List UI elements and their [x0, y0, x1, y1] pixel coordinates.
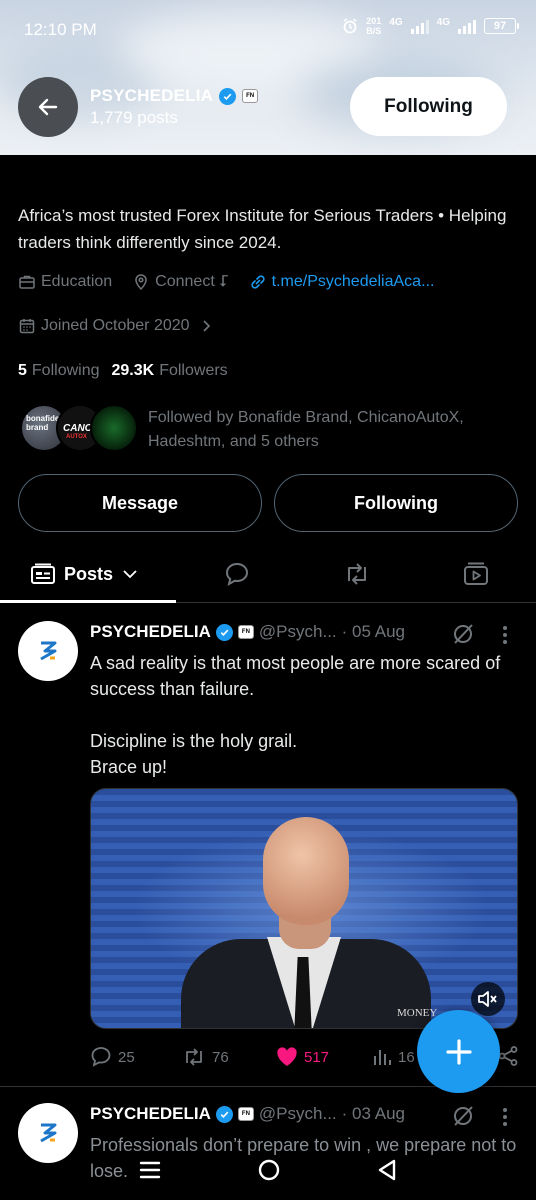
message-button[interactable]: Message: [18, 474, 262, 532]
briefcase-icon: [19, 275, 35, 289]
category: Education: [18, 273, 112, 291]
reply-icon: [91, 1047, 111, 1067]
share-icon[interactable]: [497, 1045, 519, 1067]
tweet-text: A sad reality is that most people are mo…: [90, 653, 501, 777]
plus-icon: [445, 1038, 472, 1065]
more-options-icon[interactable]: [500, 1106, 510, 1128]
mute-toggle[interactable]: [471, 982, 505, 1016]
profile-meta-row: Education Connect ⮦ t.me/PsychedeliaAca.…: [18, 273, 454, 291]
system-nav-bar: [0, 1140, 536, 1200]
tweet-header: PSYCHEDELIA FN @Psych... · 03 Aug: [90, 1104, 405, 1124]
reply-button[interactable]: 25: [90, 1046, 135, 1068]
verified-badge-icon: [215, 1105, 233, 1123]
back-arrow-icon: [38, 98, 58, 116]
tweet-author-name[interactable]: PSYCHEDELIA: [90, 1104, 211, 1124]
location: Connect ⮦: [132, 273, 229, 291]
verified-badge-icon: [219, 87, 237, 105]
repost-icon: [186, 1048, 202, 1066]
header-following-button[interactable]: Following: [350, 77, 507, 136]
profile-tabs: Posts: [0, 545, 536, 603]
battery-icon: 97: [484, 18, 519, 34]
more-options-icon[interactable]: [500, 624, 510, 646]
like-button[interactable]: 517: [276, 1047, 329, 1067]
chevron-right-icon: [202, 320, 210, 332]
tweet-author-name[interactable]: PSYCHEDELIA: [90, 622, 211, 642]
compose-post-button[interactable]: [417, 1010, 500, 1093]
profile-header-banner: 12:10 PM 201 B/S 4G 4G 97 PSYCHEDELIA FN…: [0, 0, 536, 155]
views-button[interactable]: 16: [372, 1047, 415, 1067]
repost-icon: [348, 563, 366, 585]
affiliate-badge-icon[interactable]: FN: [237, 625, 254, 639]
verified-badge-icon: [215, 623, 233, 641]
location-pin-icon: [135, 274, 147, 291]
video-media-icon: [464, 562, 488, 585]
net-speed: 201 B/S: [366, 16, 382, 36]
avatar: [90, 404, 138, 452]
video-watermark: MONEY: [397, 1007, 438, 1019]
follow-counts: 5 Following 29.3K Followers: [18, 362, 228, 380]
following-button[interactable]: Following: [274, 474, 518, 532]
link-icon: [251, 275, 265, 289]
home-circle-icon[interactable]: [257, 1158, 281, 1182]
reply-bubble-icon: [225, 562, 249, 586]
network-type-2: 4G: [436, 16, 450, 28]
affiliate-badge-icon[interactable]: FN: [242, 89, 259, 103]
tweet-video[interactable]: MONEY: [90, 788, 518, 1029]
header-posts-count: 1,779 posts: [90, 108, 178, 127]
calendar-icon: [19, 319, 35, 334]
tweet-handle: @Psych...: [258, 1104, 337, 1123]
joined-date: Joined October 2020: [18, 317, 213, 335]
avatar[interactable]: [18, 621, 78, 681]
signal-icon: [410, 18, 429, 34]
active-tab-indicator: [0, 600, 176, 603]
chevron-down-icon: [123, 570, 137, 579]
repost-button[interactable]: 76: [182, 1046, 229, 1068]
grok-icon[interactable]: [451, 622, 475, 646]
tab-replies[interactable]: [218, 545, 256, 603]
tweet-date: · 05 Aug: [341, 622, 405, 641]
header-name: PSYCHEDELIA: [90, 86, 214, 105]
heart-filled-icon: [277, 1047, 297, 1066]
followed-by-row[interactable]: bonafide brand CANO AUTOX Followed by Bon…: [20, 402, 498, 454]
back-triangle-icon[interactable]: [376, 1158, 398, 1182]
following-count[interactable]: 5 Following: [18, 362, 100, 380]
recent-apps-icon[interactable]: [138, 1159, 162, 1181]
tweet-date: · 03 Aug: [341, 1104, 405, 1123]
tweet-header: PSYCHEDELIA FN @Psych... · 05 Aug: [90, 622, 405, 642]
status-time: 12:10 PM: [24, 20, 97, 39]
tab-posts[interactable]: Posts: [30, 545, 139, 603]
tab-reposts[interactable]: [338, 545, 376, 603]
profile-link[interactable]: t.me/PsychedeliaAca...: [249, 273, 434, 291]
back-button[interactable]: [18, 77, 78, 137]
joined-row[interactable]: Joined October 2020: [18, 317, 233, 335]
follower-avatars: bonafide brand CANO AUTOX: [20, 402, 138, 454]
header-name-row: PSYCHEDELIA FN: [90, 86, 259, 106]
tab-media[interactable]: [457, 545, 495, 603]
grok-icon[interactable]: [451, 1104, 475, 1128]
profile-bio: Africa’s most trusted Forex Institute fo…: [18, 206, 507, 252]
views-chart-icon: [374, 1050, 391, 1065]
followers-count[interactable]: 29.3K Followers: [112, 362, 228, 380]
signal-icon: [458, 18, 476, 34]
followed-by-text: Followed by Bonafide Brand, ChicanoAutoX…: [148, 409, 464, 450]
tweet-handle: @Psych...: [258, 622, 337, 641]
network-type-1: 4G: [389, 16, 403, 28]
affiliate-badge-icon[interactable]: FN: [237, 1107, 254, 1121]
posts-feed-icon: [31, 563, 55, 584]
psychedelia-logo-icon: [40, 641, 57, 661]
alarm-icon: [343, 18, 357, 34]
speaker-muted-icon: [478, 991, 497, 1007]
status-bar: 12:10 PM 201 B/S 4G 4G 97: [0, 0, 536, 60]
